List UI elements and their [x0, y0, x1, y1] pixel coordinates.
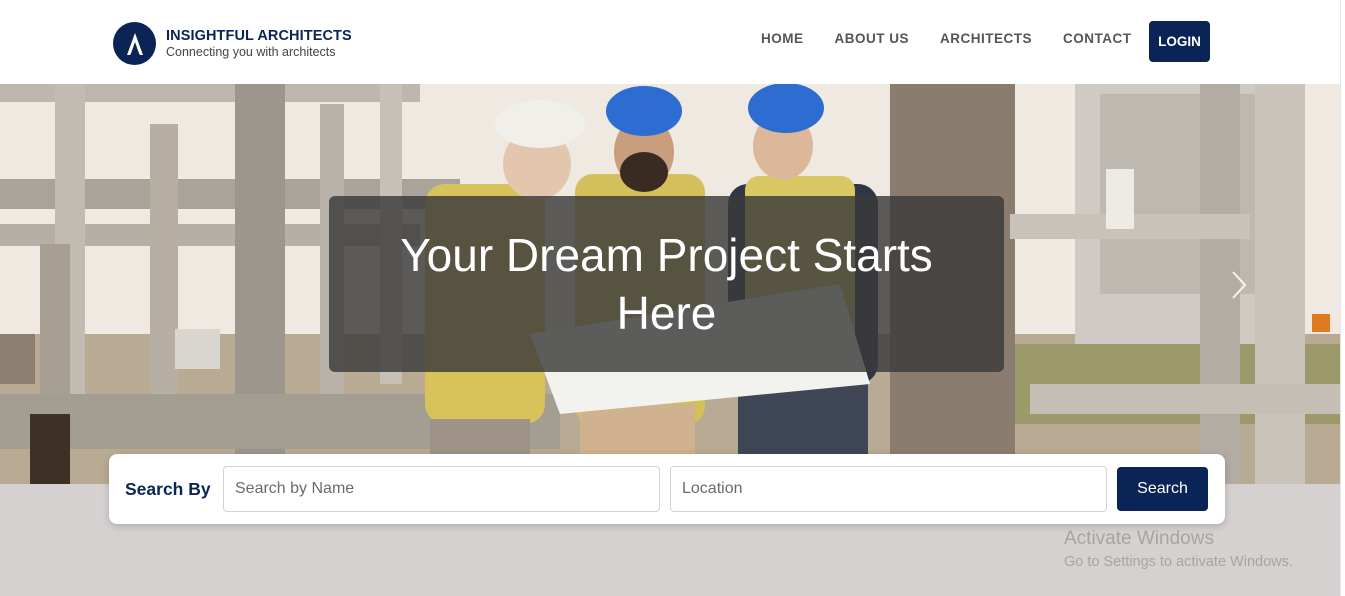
activate-windows-watermark: Activate Windows Go to Settings to activ… — [1064, 528, 1293, 570]
main-nav: HOME ABOUT US ARCHITECTS CONTACT — [761, 31, 1163, 46]
nav-home[interactable]: HOME — [761, 31, 804, 46]
search-name-input[interactable] — [223, 466, 660, 512]
chevron-right-icon[interactable] — [1229, 270, 1249, 300]
site-header: INSIGHTFUL ARCHITECTS Connecting you wit… — [0, 0, 1340, 84]
brand-name: INSIGHTFUL ARCHITECTS — [166, 27, 352, 44]
hero-headline: Your Dream Project Starts Here — [400, 229, 933, 339]
nav-about-us[interactable]: ABOUT US — [835, 31, 910, 46]
letter-a-logo-icon — [113, 22, 156, 65]
nav-contact[interactable]: CONTACT — [1063, 31, 1132, 46]
watermark-title: Activate Windows — [1064, 528, 1214, 549]
brand-logo[interactable]: INSIGHTFUL ARCHITECTS Connecting you wit… — [113, 22, 352, 65]
nav-architects[interactable]: ARCHITECTS — [940, 31, 1032, 46]
search-button[interactable]: Search — [1117, 467, 1208, 511]
scrollbar-edge — [1340, 0, 1345, 596]
location-input[interactable] — [670, 466, 1107, 512]
hero-caption: Your Dream Project Starts Here — [329, 196, 1004, 372]
brand-tagline: Connecting you with architects — [166, 45, 336, 59]
hero-banner: Your Dream Project Starts Here — [0, 84, 1340, 484]
search-by-label: Search By — [125, 479, 211, 499]
search-bar: Search By Search — [109, 454, 1225, 524]
login-button[interactable]: LOGIN — [1149, 21, 1210, 62]
watermark-subtitle: Go to Settings to activate Windows. — [1064, 554, 1293, 570]
